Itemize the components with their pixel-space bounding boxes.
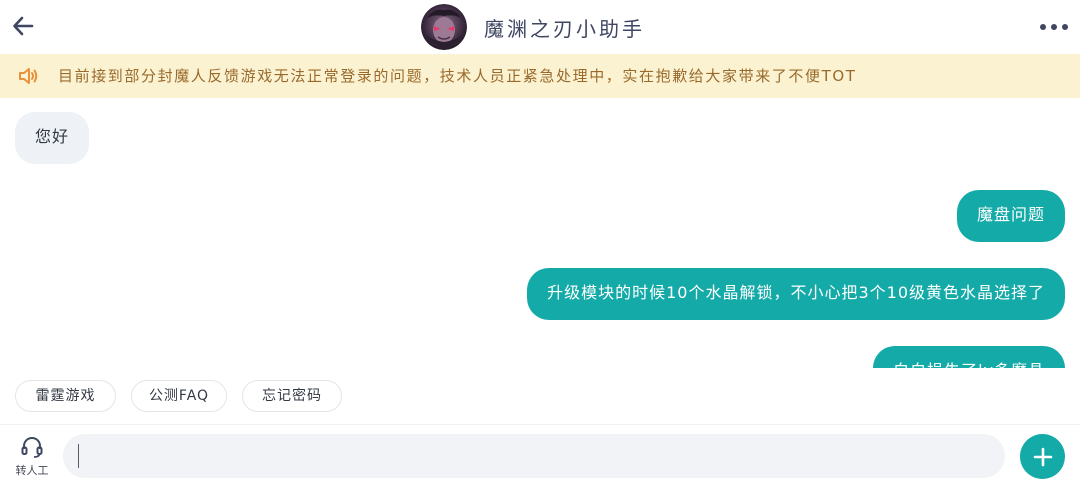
more-options-button[interactable] bbox=[1036, 14, 1072, 40]
page-title: 魔渊之刃小助手 bbox=[484, 16, 645, 41]
notice-banner: 目前接到部分封魔人反馈游戏无法正常登录的问题，技术人员正紧急处理中，实在抱歉给大… bbox=[0, 54, 1080, 98]
notice-text: 目前接到部分封魔人反馈游戏无法正常登录的问题，技术人员正紧急处理中，实在抱歉给大… bbox=[58, 67, 857, 85]
more-dots-icon bbox=[1040, 24, 1068, 30]
header-bar: 魔渊之刃小助手 bbox=[0, 0, 1080, 54]
back-button[interactable] bbox=[8, 11, 38, 41]
transfer-to-agent-button[interactable]: 转人工 bbox=[12, 435, 52, 479]
quick-reply-chip[interactable]: 忘记密码 bbox=[242, 380, 342, 412]
incoming-message[interactable]: 您好 bbox=[15, 112, 90, 164]
speaker-icon bbox=[19, 68, 38, 84]
quick-reply-chip[interactable]: 公测FAQ bbox=[131, 380, 227, 412]
outgoing-message[interactable]: 魔盘问题 bbox=[956, 190, 1065, 242]
header-title-group: 魔渊之刃小助手 bbox=[421, 3, 645, 51]
assistant-avatar[interactable] bbox=[421, 4, 467, 50]
quick-reply-chip[interactable]: 雷霆游戏 bbox=[15, 380, 116, 412]
chat-screen: 魔渊之刃小助手 目前接到部分封魔人反馈游戏无法正常登录的问题，技术人员正紧急处理… bbox=[0, 0, 1080, 486]
quick-reply-bar: 雷霆游戏 公测FAQ 忘记密码 bbox=[0, 368, 1080, 424]
text-caret bbox=[78, 444, 79, 468]
plus-icon bbox=[1033, 447, 1052, 466]
transfer-to-agent-label: 转人工 bbox=[15, 464, 49, 477]
input-bar: 转人工 bbox=[0, 424, 1080, 486]
headset-icon bbox=[21, 437, 43, 458]
outgoing-message[interactable]: 白白损失了lv多魔晶 bbox=[873, 346, 1065, 368]
back-arrow-icon bbox=[13, 16, 34, 36]
outgoing-message[interactable]: 升级模块的时候10个水晶解锁，不小心把3个10级黄色水晶选择了 bbox=[527, 268, 1065, 320]
demon-avatar-icon bbox=[421, 4, 467, 50]
add-attachment-button[interactable] bbox=[1020, 434, 1065, 479]
message-list[interactable]: 您好 魔盘问题 升级模块的时候10个水晶解锁，不小心把3个10级黄色水晶选择了 … bbox=[0, 98, 1080, 368]
message-input[interactable] bbox=[63, 434, 1005, 478]
